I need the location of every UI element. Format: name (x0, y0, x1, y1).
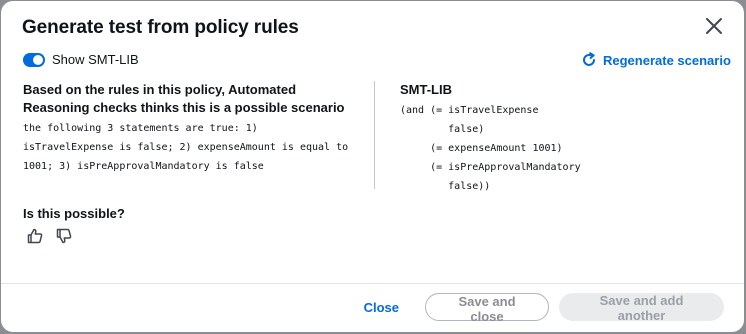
regenerate-scenario-button[interactable]: Regenerate scenario (581, 52, 731, 68)
modal-title: Generate test from policy rules (22, 17, 299, 38)
scenario-body-line1: the following 3 statements are true: 1) (23, 123, 258, 134)
show-smt-toggle[interactable] (23, 52, 45, 67)
scenario-heading: Based on the rules in this policy, Autom… (23, 81, 363, 117)
show-smt-label: Show SMT-LIB (52, 52, 139, 67)
scenario-body: the following 3 statements are true: 1) i… (23, 119, 363, 176)
feedback-buttons (27, 228, 85, 244)
toggle-knob (33, 54, 43, 65)
feedback-question: Is this possible? (23, 206, 125, 221)
smt-heading: SMT-LIB (400, 82, 452, 97)
footer-divider (1, 283, 744, 284)
close-icon[interactable] (702, 14, 726, 38)
scenario-body-line3: 1001; 3) isPreApprovalMandatory is false (23, 161, 264, 172)
smt-line: false) (400, 124, 485, 135)
thumbs-down-icon[interactable] (56, 228, 72, 244)
modal-footer: Close Save and close Save and add anothe… (364, 293, 724, 324)
generate-test-modal: Generate test from policy rules Show SMT… (1, 1, 744, 332)
smt-toggle-row: Show SMT-LIB (23, 52, 139, 67)
close-button[interactable]: Close (364, 300, 399, 315)
save-and-close-button[interactable]: Save and close (425, 293, 549, 324)
scenario-body-line2: isTravelExpense is false; 2) expenseAmou… (23, 142, 349, 153)
refresh-icon (583, 52, 595, 66)
scenario-heading-line2: Reasoning checks thinks this is a possib… (23, 100, 345, 115)
smt-section: SMT-LIB (and (= isTravelExpense false) (… (400, 81, 720, 196)
smt-line: (= expenseAmount 1001) (400, 143, 563, 154)
thumbs-up-icon[interactable] (27, 228, 43, 244)
regenerate-scenario-label: Regenerate scenario (603, 52, 731, 68)
smt-line: (= isPreApprovalMandatory (400, 162, 581, 173)
smt-line: false)) (400, 181, 491, 192)
column-divider (374, 81, 375, 189)
scenario-section: Based on the rules in this policy, Autom… (23, 81, 363, 176)
smt-code: (and (= isTravelExpense false) (= expens… (400, 101, 720, 196)
save-and-add-another-button[interactable]: Save and add another (559, 293, 724, 323)
smt-line: (and (= isTravelExpense (400, 105, 539, 116)
scenario-heading-line1: Based on the rules in this policy, Autom… (23, 82, 297, 97)
